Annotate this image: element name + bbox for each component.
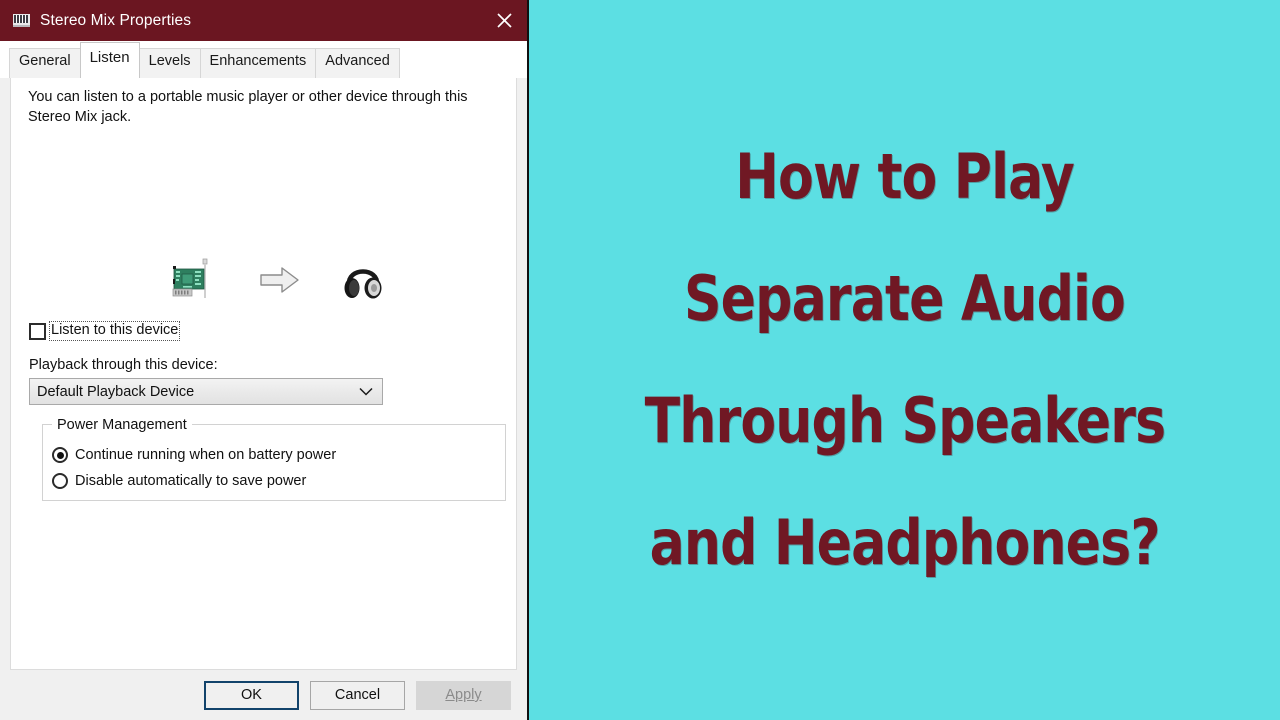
sound-card-icon — [172, 258, 208, 298]
tab-listen[interactable]: Listen — [79, 42, 140, 78]
tab-enhancements[interactable]: Enhancements — [199, 48, 317, 78]
sound-card-icon — [13, 14, 30, 27]
dialog-footer: OK Cancel Apply — [0, 670, 527, 720]
dialog-title: Stereo Mix Properties — [40, 11, 192, 29]
tab-levels[interactable]: Levels — [138, 48, 201, 78]
listen-to-this-device-label: Listen to this device — [49, 321, 181, 341]
power-option-continue-running-label: Continue running when on battery power — [75, 447, 337, 463]
power-option-disable-automatically[interactable]: Disable automatically to save power — [52, 473, 306, 489]
headline-line-2: Separate Audio — [684, 262, 1126, 335]
playback-device-value: Default Playback Device — [37, 383, 195, 400]
radio-dot — [56, 451, 64, 459]
headline-line-3: Through Speakers — [644, 384, 1166, 457]
close-icon — [496, 13, 512, 28]
apply-button: Apply — [416, 680, 511, 710]
listen-tab-panel: You can listen to a portable music playe… — [10, 78, 517, 670]
dialog-titlebar: Stereo Mix Properties — [0, 0, 527, 41]
listen-to-this-device-row[interactable]: Listen to this device — [29, 321, 181, 341]
playback-device-select[interactable]: Default Playback Device — [29, 378, 383, 405]
device-routing-graphic — [171, 250, 383, 310]
playback-device-label: Playback through this device: — [29, 357, 218, 373]
stereo-mix-properties-dialog: Stereo Mix Properties General Listen Lev… — [0, 0, 529, 720]
apply-button-label: Apply — [445, 687, 482, 703]
screen-root: Stereo Mix Properties General Listen Lev… — [0, 0, 1280, 720]
listen-to-this-device-checkbox[interactable] — [29, 322, 46, 340]
power-option-disable-automatically-label: Disable automatically to save power — [75, 473, 307, 489]
close-button[interactable] — [481, 0, 527, 41]
headphones-icon — [344, 269, 382, 299]
ok-button[interactable]: OK — [204, 680, 299, 710]
headline-line-1: How to Play — [735, 140, 1075, 213]
tab-strip: General Listen Levels Enhancements Advan… — [0, 41, 527, 78]
headline-panel: How to Play Separate Audio Through Speak… — [529, 0, 1280, 720]
tab-general[interactable]: General — [9, 48, 81, 78]
power-management-legend: Power Management — [52, 417, 192, 433]
right-arrow-icon — [260, 267, 299, 293]
headline-line-4: and Headphones? — [649, 506, 1160, 579]
panel-description: You can listen to a portable music playe… — [28, 89, 468, 125]
radio-button-selected[interactable] — [52, 447, 68, 463]
chevron-down-icon — [359, 387, 373, 396]
tab-advanced[interactable]: Advanced — [315, 48, 400, 78]
power-option-continue-running[interactable]: Continue running when on battery power — [52, 447, 336, 463]
cancel-button[interactable]: Cancel — [310, 680, 405, 710]
radio-button-unselected[interactable] — [52, 473, 68, 489]
